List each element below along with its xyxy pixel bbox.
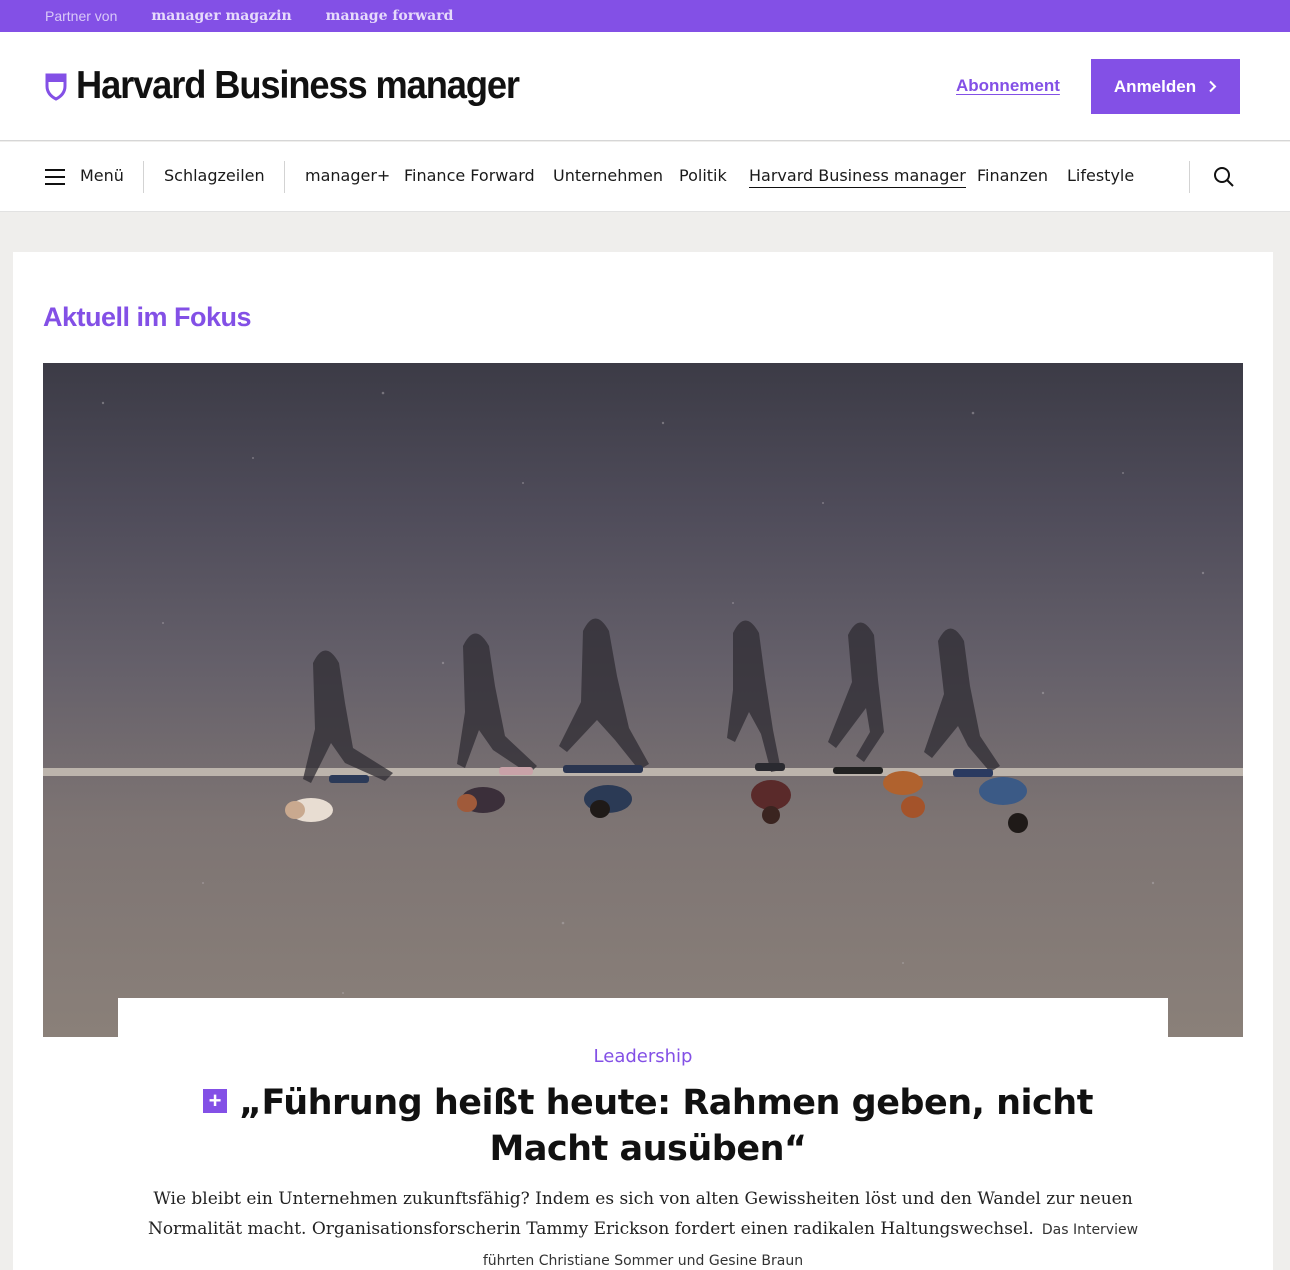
nav-divider <box>1189 161 1190 193</box>
focus-section: Aktuell im Fokus Leadership + „Führung h… <box>13 252 1273 1270</box>
subscription-link[interactable]: Abonnement <box>956 76 1060 96</box>
shield-logo-icon <box>45 73 67 101</box>
nav-item-unternehmen[interactable]: Unternehmen <box>553 166 663 185</box>
nav-item-harvard-business-manager[interactable]: Harvard Business manager <box>749 166 966 188</box>
article-category[interactable]: Leadership <box>118 1046 1168 1067</box>
teaser-text: Wie bleibt ein Unternehmen zukunftsfähig… <box>147 1189 1133 1239</box>
site-logo[interactable]: Harvard Business manager <box>45 66 552 106</box>
article-headline[interactable]: „Führung heißt heute: Rahmen geben, nich… <box>239 1083 1093 1169</box>
nav-item-manager-plus[interactable]: manager+ <box>305 166 390 185</box>
nav-item-schlagzeilen[interactable]: Schlagzeilen <box>164 166 265 185</box>
section-title: Aktuell im Fokus <box>43 302 252 332</box>
partner-link-manage-forward[interactable]: manage forward <box>326 8 454 24</box>
login-label: Anmelden <box>1113 76 1197 96</box>
site-header: Harvard Business manager Abonnement Anme… <box>0 32 1290 141</box>
featured-article[interactable]: Leadership + „Führung heißt heute: Rahmen… <box>118 998 1168 1270</box>
premium-plus-badge: + <box>203 1089 228 1113</box>
chevron-right-icon <box>1209 80 1217 93</box>
nav-divider <box>143 161 144 193</box>
menu-button[interactable]: Menü <box>80 166 124 185</box>
hero-image[interactable] <box>43 363 1243 1037</box>
hero-photo-people-shadows <box>43 391 1243 994</box>
partner-label: Partner von <box>45 8 118 24</box>
article-teaser: Wie bleibt ein Unternehmen zukunftsfähig… <box>143 1184 1143 1270</box>
nav-divider <box>284 161 285 193</box>
login-button[interactable]: Anmelden <box>1091 59 1240 114</box>
nav-item-finanzen[interactable]: Finanzen <box>977 166 1048 185</box>
search-icon[interactable] <box>1213 166 1235 188</box>
hamburger-menu-icon[interactable] <box>45 169 65 185</box>
nav-item-lifestyle[interactable]: Lifestyle <box>1067 166 1134 185</box>
brand-name: Harvard Business manager <box>76 64 520 107</box>
article-headline-wrap[interactable]: + „Führung heißt heute: Rahmen geben, nic… <box>148 1080 1148 1172</box>
nav-item-finance-forward[interactable]: Finance Forward <box>404 166 535 185</box>
partner-bar: Partner von manager magazin manage forwa… <box>0 0 1290 32</box>
partner-link-manager-magazin[interactable]: manager magazin <box>151 8 291 24</box>
main-nav: Menü Schlagzeilen manager+ Finance Forwa… <box>0 142 1290 212</box>
nav-item-politik[interactable]: Politik <box>679 166 727 185</box>
